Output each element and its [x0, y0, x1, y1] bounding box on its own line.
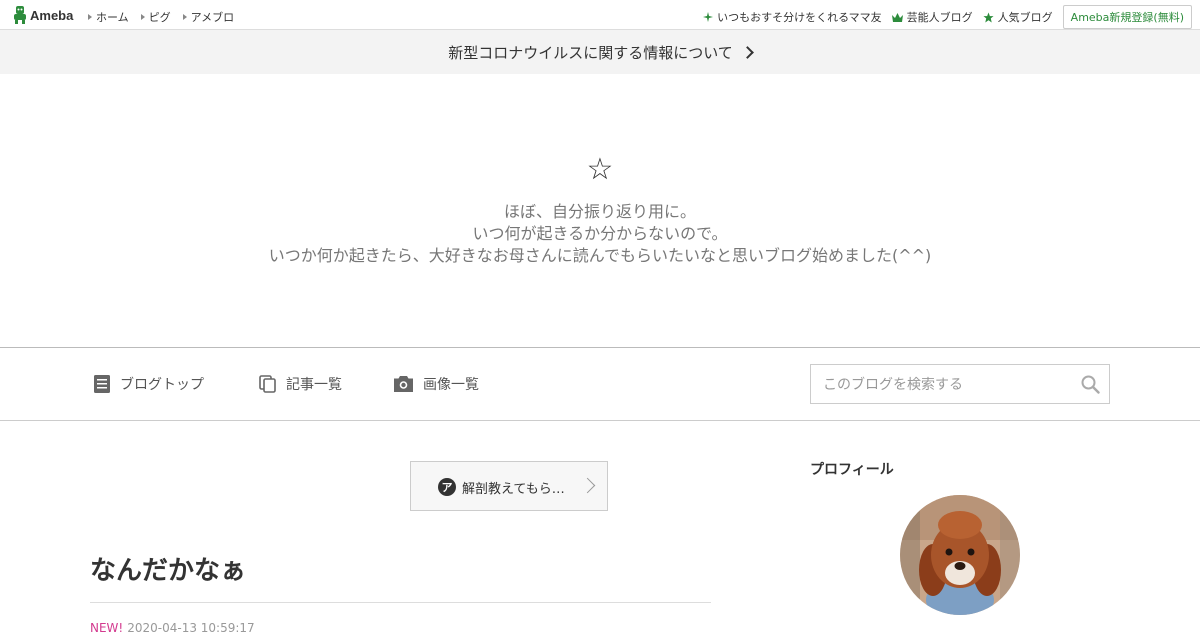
profile-avatar[interactable] [900, 495, 1020, 615]
entry-divider [90, 602, 711, 603]
global-nav-right: いつもおすそ分けをくれるママ友 芸能人ブログ 人気ブログ Ameba新規登録(無… [703, 5, 1192, 29]
blog-search-input[interactable] [821, 365, 1075, 405]
triangle-icon [88, 14, 92, 20]
nav-image-list[interactable]: 画像一覧 [394, 374, 479, 394]
blog-nav: ブログトップ 記事一覧 画像一覧 [0, 347, 1200, 421]
entry-meta: NEW! 2020-04-13 10:59:17 [90, 621, 255, 635]
avatar-image [900, 495, 1020, 615]
nav-pigg-label: ピグ [148, 11, 171, 24]
nav-celebrity-blog[interactable]: 芸能人ブログ [891, 9, 973, 25]
signup-button[interactable]: Ameba新規登録(無料) [1062, 5, 1192, 29]
global-nav-left: ホーム ピグ アメブロ [88, 9, 234, 25]
nav-ameblo[interactable]: アメブロ [182, 9, 235, 25]
entry-date: 2020-04-13 10:59:17 [127, 621, 255, 635]
nav-recommended-label: いつもおすそ分けをくれるママ友 [717, 11, 882, 24]
theme-icon: ア [438, 478, 456, 496]
ameba-logo-icon [14, 6, 26, 24]
blog-header: ☆ ほぼ、自分振り返り用に。 いつ何が起きるか分からないので。 いつか何か起きた… [0, 74, 1200, 347]
document-icon [94, 375, 110, 393]
star-icon [983, 11, 994, 23]
covid-info-banner[interactable]: 新型コロナウイルスに関する情報について [0, 30, 1200, 74]
nav-home[interactable]: ホーム [88, 9, 129, 25]
triangle-icon [140, 14, 145, 20]
logo-text: Ameba [30, 7, 74, 23]
nav-blog-top-label: ブログトップ [120, 377, 204, 393]
chevron-right-icon [579, 477, 596, 494]
global-header: Ameba ホーム ピグ アメブロ いつもおすそ分けをくれるママ友 芸能人ブログ… [0, 0, 1200, 30]
new-badge: NEW! [90, 621, 124, 635]
camera-icon [394, 376, 413, 392]
search-icon[interactable] [1081, 375, 1100, 394]
copy-icon [259, 375, 276, 393]
entry-title[interactable]: なんだかなぁ [90, 550, 246, 587]
nav-celebrity-label: 芸能人ブログ [906, 11, 973, 24]
blog-description-line: いつ何が起きるか分からないので。 [472, 224, 728, 243]
nav-popular-label: 人気ブログ [997, 11, 1053, 24]
nav-home-label: ホーム [96, 11, 129, 24]
blog-title[interactable]: ☆ [0, 152, 1200, 187]
theme-label: 解剖教えてもら… [462, 482, 565, 497]
blog-description: ほぼ、自分振り返り用に。 いつ何が起きるか分からないので。 いつか何か起きたら、… [0, 201, 1200, 267]
blog-description-line: ほぼ、自分振り返り用に。 [503, 202, 696, 221]
chevron-right-icon [740, 45, 754, 59]
nav-blog-top[interactable]: ブログトップ [94, 374, 204, 394]
nav-popular-blog[interactable]: 人気ブログ [983, 9, 1053, 25]
theme-button[interactable]: ア 解剖教えてもら… [410, 461, 608, 511]
profile-heading: プロフィール [810, 462, 894, 478]
nav-entry-list-label: 記事一覧 [286, 377, 342, 393]
blog-search-box [810, 364, 1110, 405]
nav-pigg[interactable]: ピグ [140, 9, 171, 25]
crown-icon [891, 12, 903, 22]
nav-ameblo-label: アメブロ [190, 11, 235, 24]
nav-image-list-label: 画像一覧 [423, 377, 479, 393]
sparkle-icon [703, 12, 714, 22]
ameba-logo[interactable]: Ameba [13, 6, 73, 24]
covid-info-label: 新型コロナウイルスに関する情報について [448, 43, 733, 62]
nav-entry-list[interactable]: 記事一覧 [259, 374, 342, 394]
triangle-icon [182, 14, 187, 20]
blog-description-line: いつか何か起きたら、大好きなお母さんに読んでもらいたいなと思いブログ始めました(… [268, 246, 932, 265]
nav-recommended-blog[interactable]: いつもおすそ分けをくれるママ友 [703, 9, 882, 25]
